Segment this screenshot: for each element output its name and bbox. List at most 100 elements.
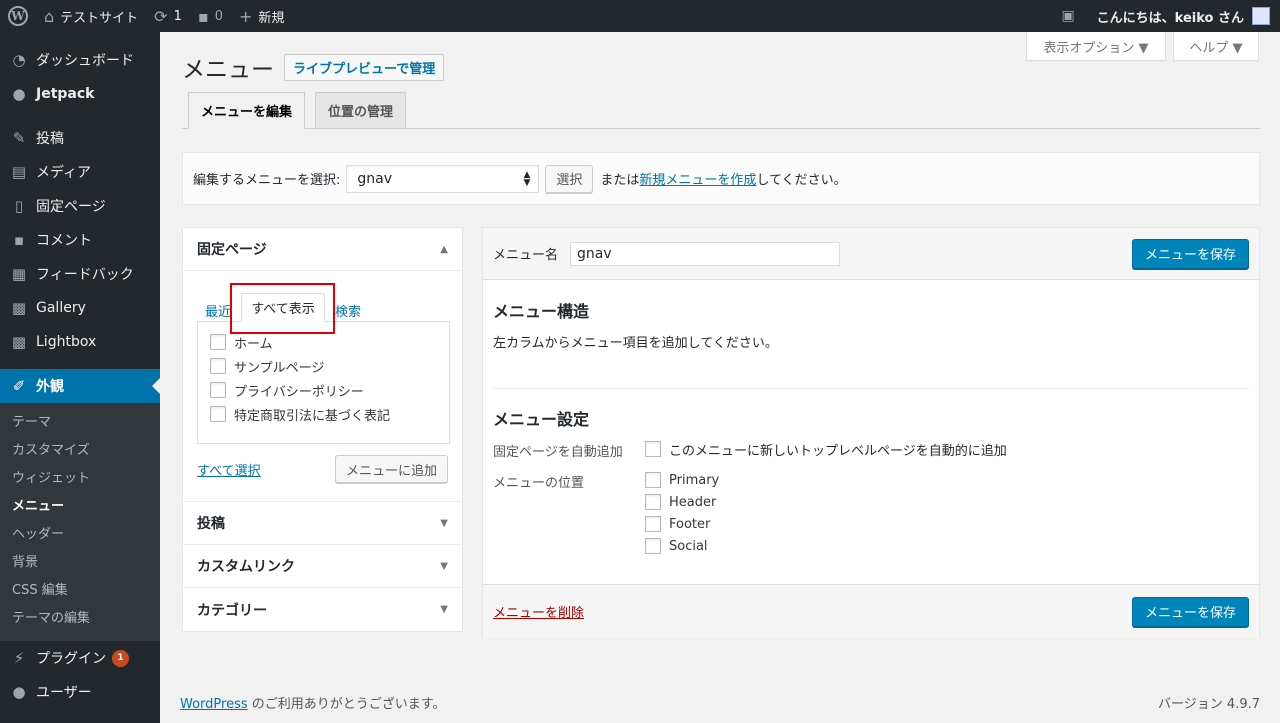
location-label: Primary (669, 472, 720, 488)
site-name: テストサイト (60, 10, 139, 26)
checkbox[interactable] (645, 538, 661, 554)
custom-links-section-header[interactable]: カスタムリンク ▼ (183, 545, 462, 588)
sidebar-item-plugins[interactable]: ⚡ プラグイン 1 (0, 641, 160, 675)
sidebar-item-lightbox[interactable]: ▩ Lightbox (0, 325, 160, 359)
arrow-down-icon: ▼ (440, 517, 448, 529)
location-item[interactable]: Footer (645, 513, 719, 535)
checkbox[interactable] (645, 516, 661, 532)
list-item[interactable]: プライバシーポリシー (210, 378, 437, 402)
sidebar-item-label: フィードバック (36, 267, 134, 283)
save-menu-button-footer[interactable]: メニューを保存 (1131, 596, 1249, 627)
menu-select[interactable]: gnav ▲ ▼ (346, 164, 540, 193)
menu-select-value: gnav (357, 170, 393, 187)
updates-link[interactable]: ⟳ 1 (146, 0, 190, 32)
sidebar-item-users[interactable]: ● ユーザー (0, 675, 160, 709)
menu-structure-title: メニュー構造 (493, 302, 590, 321)
tab-manage-locations[interactable]: 位置の管理 (315, 92, 407, 129)
sidebar-item-comments[interactable]: ▪ コメント (0, 223, 160, 257)
my-account-link[interactable]: こんにちは、keiko さん (1089, 0, 1280, 32)
select-all-link[interactable]: すべて選択 (197, 460, 261, 479)
sidebar-item-label: ダッシュボード (36, 53, 134, 69)
notes-link[interactable]: ▣ (1053, 0, 1088, 32)
live-preview-button[interactable]: ライブプレビューで管理 (284, 54, 445, 81)
list-item[interactable]: 特定商取引法に基づく表記 (210, 402, 437, 426)
submenu-item-background[interactable]: 背景 (0, 549, 160, 577)
posts-section-header[interactable]: 投稿 ▼ (183, 502, 462, 545)
pages-section-header[interactable]: 固定ページ ▲ (183, 228, 462, 271)
tab-recent[interactable]: 最近 (205, 301, 231, 320)
tab-edit-menus[interactable]: メニューを編集 (188, 92, 306, 129)
menu-body: メニュー構造 左カラムからメニュー項目を追加してください。 メニュー設定 固定ペ… (483, 280, 1259, 585)
location-item[interactable]: Primary (645, 469, 719, 491)
submenu-item-css[interactable]: CSS 編集 (0, 577, 160, 605)
auto-add-option[interactable]: このメニューに新しいトップレベルページを自動的に追加 (645, 437, 1007, 461)
or-text: または (600, 173, 640, 188)
auto-add-option-label: このメニューに新しいトップレベルページを自動的に追加 (669, 443, 1007, 459)
submenu-item-customize[interactable]: カスタマイズ (0, 437, 160, 465)
submenu-item-themes[interactable]: テーマ (0, 409, 160, 437)
highlight-box (230, 283, 335, 334)
checkbox[interactable] (210, 406, 226, 422)
select-button[interactable]: 選択 (545, 164, 594, 193)
checkbox[interactable] (645, 472, 661, 488)
menu-name-input[interactable]: gnav (570, 241, 841, 266)
checkbox[interactable] (210, 334, 226, 350)
submenu-item-menus[interactable]: メニュー (0, 493, 160, 521)
thanks-text: のご利用ありがとうございます。 (247, 697, 446, 712)
sidebar-item-appearance[interactable]: ✐ 外観 (0, 369, 160, 403)
greeting: こんにちは、keiko さん (1096, 10, 1244, 26)
sidebar-item-posts[interactable]: ✎ 投稿 (0, 121, 160, 155)
save-menu-button[interactable]: メニューを保存 (1131, 238, 1249, 269)
sidebar-item-gallery[interactable]: ▩ Gallery (0, 291, 160, 325)
comment-bubble-icon: ▪ (197, 6, 209, 26)
menu-footer: メニューを削除 メニューを保存 (483, 585, 1259, 638)
plugin-icon: ⚡ (13, 649, 25, 667)
submenu-item-theme-editor[interactable]: テーマの編集 (0, 605, 160, 633)
comments-count: 0 (214, 8, 223, 24)
delete-menu-link[interactable]: メニューを削除 (493, 602, 584, 621)
wordpress-logo-icon: W (8, 6, 28, 26)
location-item[interactable]: Social (645, 535, 719, 557)
sidebar-item-dashboard[interactable]: ◔ ダッシュボード (0, 43, 160, 77)
submenu-item-widgets[interactable]: ウィジェット (0, 465, 160, 493)
add-to-menu-button[interactable]: メニューに追加 (334, 455, 448, 483)
wp-logo-menu[interactable]: W (0, 0, 36, 32)
page-label: ホーム (234, 336, 273, 352)
footer-thanks: WordPress のご利用ありがとうございます。 (180, 693, 445, 712)
tab-search[interactable]: 検索 (335, 301, 361, 320)
auto-add-label: 固定ページを自動追加 (493, 445, 623, 460)
appearance-icon: ✐ (12, 377, 26, 395)
checkbox[interactable] (645, 494, 661, 510)
site-name-link[interactable]: ⌂ テストサイト (36, 0, 146, 32)
plugin-update-badge: 1 (112, 649, 129, 667)
sidebar-item-jetpack[interactable]: ● Jetpack (0, 77, 160, 111)
section-title: カスタムリンク (197, 559, 295, 575)
screen-options-button[interactable]: 表示オプション ▼ (1026, 32, 1166, 61)
admin-bar: W ⌂ テストサイト ⟳ 1 ▪ 0 + 新規 ▣ こんにちは、keiko さん (0, 0, 1280, 32)
create-menu-link[interactable]: 新規メニューを作成 (639, 169, 756, 188)
section-title: カテゴリー (197, 602, 267, 619)
sidebar-item-pages[interactable]: ▯ 固定ページ (0, 189, 160, 223)
version-text: バージョン 4.9.7 (1158, 697, 1260, 712)
menu-name-label: メニュー名 (493, 248, 559, 263)
comments-link[interactable]: ▪ 0 (190, 0, 231, 32)
checkbox[interactable] (645, 441, 661, 457)
jetpack-icon: ● (12, 85, 26, 103)
menu-items-accordion: 固定ページ ▲ 最近 すべて表示 検索 ホーム サンプルページ プライバシーポリ… (182, 227, 463, 632)
manage-menus-bar: 編集するメニューを選択: gnav ▲ ▼ 選択 または 新規メニューを作成 して… (182, 152, 1260, 205)
sidebar-item-feedback[interactable]: ▦ フィードバック (0, 257, 160, 291)
pages-section-body: 最近 すべて表示 検索 ホーム サンプルページ プライバシーポリシー 特定商取引… (183, 271, 462, 502)
checkbox[interactable] (210, 382, 226, 398)
categories-section-header[interactable]: カテゴリー ▼ (183, 588, 462, 631)
location-item[interactable]: Header (645, 491, 719, 513)
submenu-item-header[interactable]: ヘッダー (0, 521, 160, 549)
menu-settings-title: メニュー設定 (493, 410, 590, 429)
sidebar-item-media[interactable]: ▤ メディア (0, 155, 160, 189)
checkbox[interactable] (210, 358, 226, 374)
wordpress-link[interactable]: WordPress (180, 697, 248, 712)
new-content-link[interactable]: + 新規 (231, 0, 292, 32)
list-item[interactable]: サンプルページ (210, 354, 437, 378)
help-button[interactable]: ヘルプ ▼ (1173, 32, 1259, 61)
admin-footer: WordPress のご利用ありがとうございます。 バージョン 4.9.7 (180, 693, 1260, 712)
section-title: 固定ページ (197, 242, 267, 258)
